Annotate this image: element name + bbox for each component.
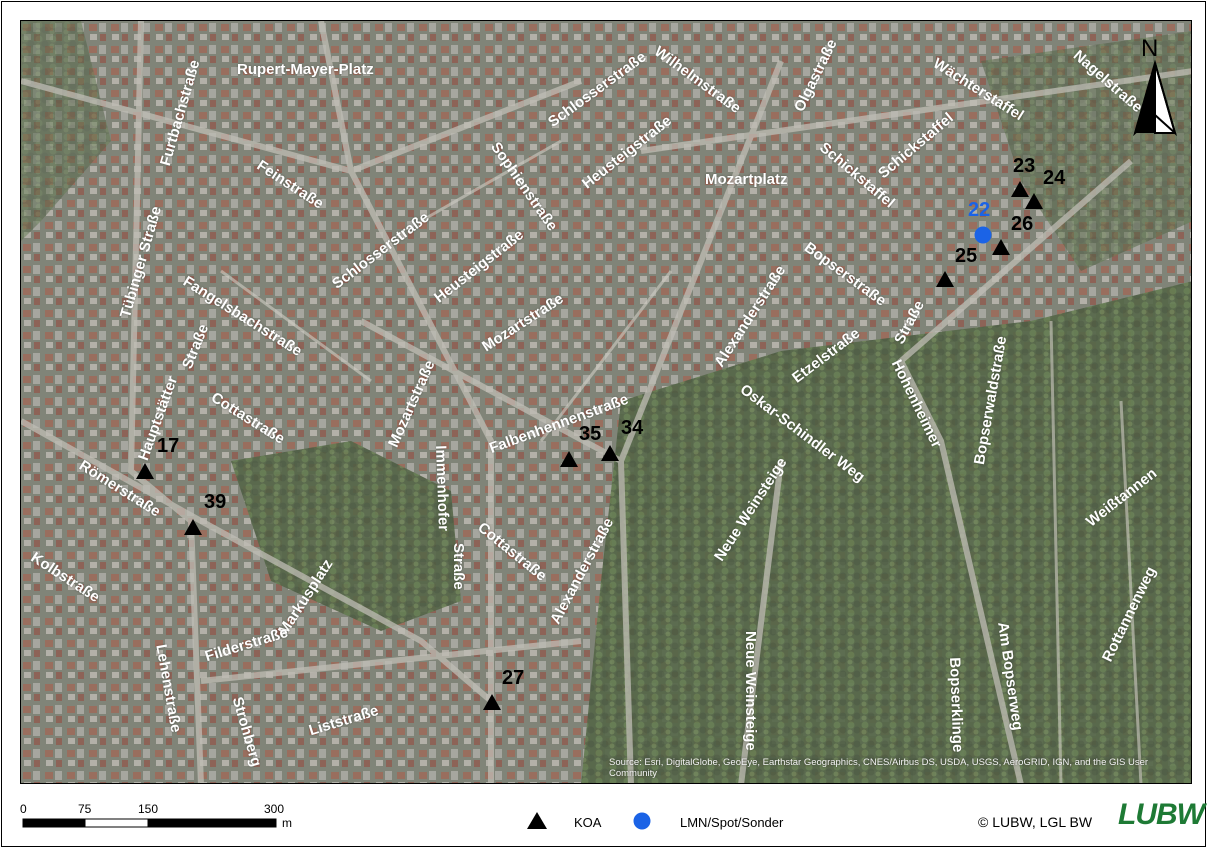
- legend-spot-icon: [633, 812, 651, 830]
- site-label-27: 27: [502, 667, 525, 689]
- scale-unit: m: [282, 816, 292, 830]
- site-label-24: 24: [1043, 167, 1066, 189]
- koa-marker-26[interactable]: [992, 239, 1010, 255]
- scale-tick-0: 0: [20, 802, 27, 816]
- koa-marker-25[interactable]: [936, 271, 954, 287]
- site-label-25: 25: [955, 245, 978, 267]
- street-label: Immenhofer: [432, 445, 452, 532]
- site-label-34: 34: [621, 417, 644, 439]
- lubw-logo: LUBW: [1118, 798, 1205, 831]
- street-label: Rupert-Mayer-Platz: [237, 61, 374, 78]
- koa-marker-34[interactable]: [601, 445, 619, 461]
- koa-marker-24[interactable]: [1025, 193, 1043, 209]
- map-frame: Rupert-Mayer-Platz Furtbachstraße Feinst…: [1, 1, 1206, 847]
- north-arrow-icon: [1133, 59, 1177, 137]
- site-label-35: 35: [579, 423, 602, 445]
- site-label-26: 26: [1011, 213, 1034, 235]
- street-label: Mozartplatz: [705, 171, 788, 188]
- spot-marker-22[interactable]: [974, 226, 992, 244]
- legend-koa-icon: [527, 812, 547, 829]
- site-label-39: 39: [204, 491, 227, 513]
- site-label-23: 23: [1013, 155, 1036, 177]
- scale-bar: [22, 818, 277, 828]
- legend-koa-label: KOA: [574, 815, 602, 830]
- scale-tick-75: 75: [78, 802, 92, 816]
- street-label: Neue Weinsteige: [742, 631, 759, 751]
- imagery-attribution: Source: Esri, DigitalGlobe, GeoEye, Eart…: [609, 757, 1149, 779]
- koa-marker-35[interactable]: [560, 451, 578, 467]
- scale-tick-300: 300: [264, 802, 285, 816]
- site-label-22: 22: [968, 199, 991, 221]
- koa-marker-17[interactable]: [136, 463, 154, 479]
- site-label-17: 17: [157, 435, 180, 457]
- copyright-text: © LUBW, LGL BW: [978, 814, 1093, 830]
- street-label: Bopserklinge: [946, 657, 967, 753]
- koa-marker-27[interactable]: [483, 694, 501, 710]
- street-label: Straße: [450, 543, 467, 590]
- legend-spot-label: LMN/Spot/Sonder: [680, 815, 784, 830]
- scale-tick-150: 150: [138, 802, 159, 816]
- aerial-map[interactable]: Rupert-Mayer-Platz Furtbachstraße Feinst…: [20, 20, 1192, 784]
- koa-marker-39[interactable]: [184, 519, 202, 535]
